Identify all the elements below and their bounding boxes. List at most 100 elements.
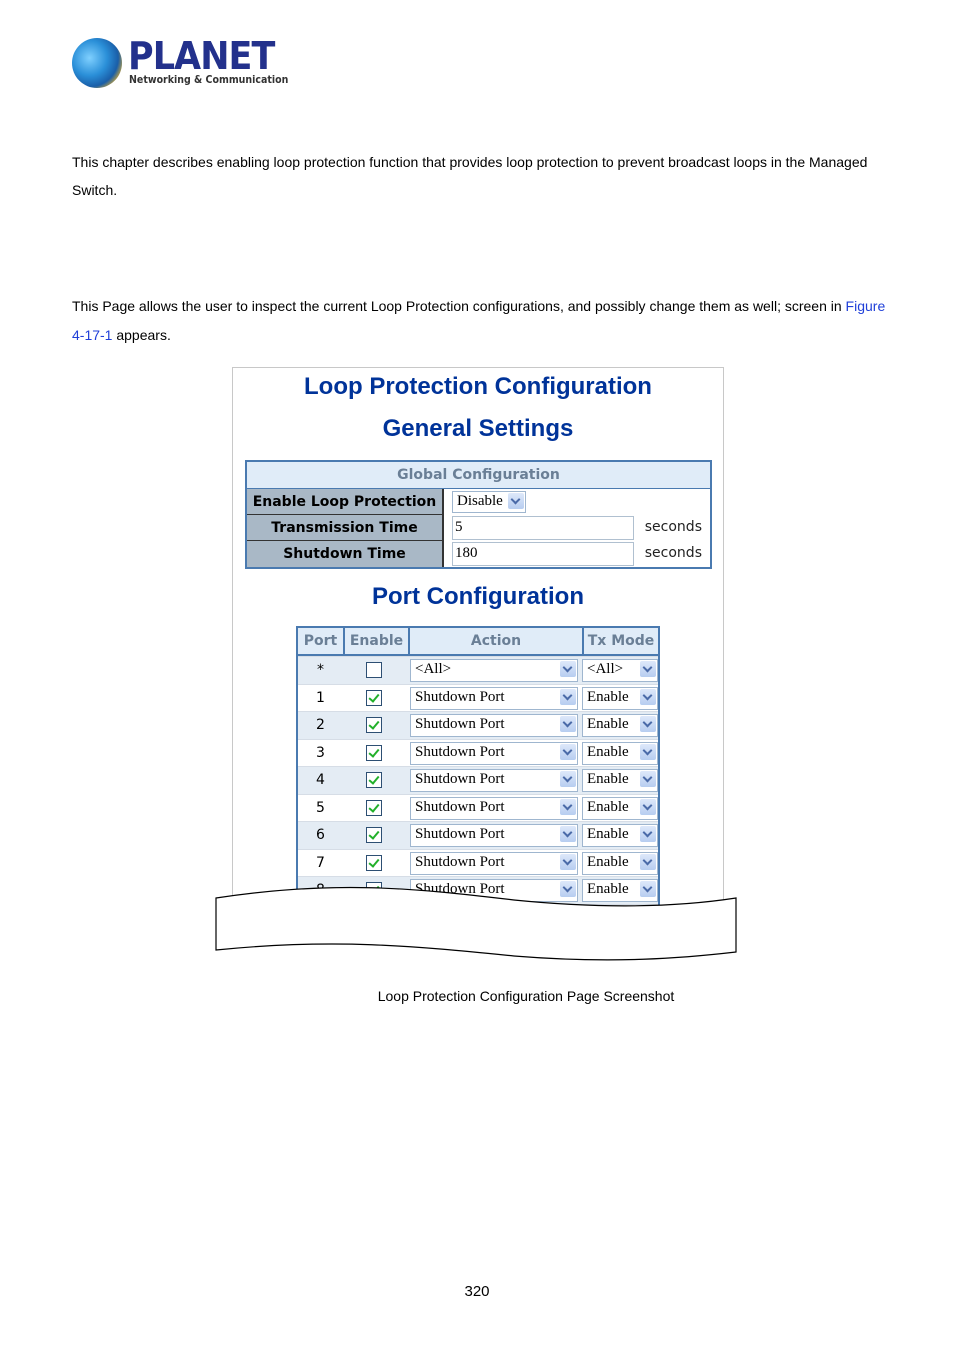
chevron-down-icon[interactable] [508,493,524,509]
enable-checkbox[interactable] [366,744,382,761]
chevron-down-icon[interactable] [560,798,576,815]
row-label: Transmission Time [247,515,444,541]
tx-mode-select[interactable]: Enable [582,796,658,820]
chevron-down-icon[interactable] [560,826,576,842]
chevron-down-icon[interactable] [640,661,656,677]
chevron-down-icon[interactable] [560,771,576,787]
select-value: Enable [587,771,629,787]
chevron-down-icon[interactable] [640,798,656,815]
tx-mode-select[interactable]: Enable [582,741,658,765]
table-row: 7 Shutdown Port Enable [298,848,658,876]
tx-mode-select[interactable]: <All> [582,659,658,682]
chevron-down-icon[interactable] [640,771,656,787]
shutdown-time-input[interactable]: 180 [452,542,634,566]
chevron-down-icon[interactable] [560,716,576,732]
enable-checkbox[interactable] [366,854,382,871]
unit-label: seconds [644,519,702,535]
chevron-down-icon[interactable] [640,743,656,760]
shutdown-time-row: Shutdown Time 180 seconds [247,541,710,567]
enable-checkbox[interactable] [366,799,382,816]
column-header-enable: Enable [345,628,410,654]
select-value: Shutdown Port [415,826,505,842]
select-value: Enable [587,743,629,760]
port-number: 6 [316,827,325,843]
port-number: 1 [316,689,325,706]
select-value: Shutdown Port [415,771,505,787]
general-settings-heading: General Settings [382,415,574,442]
port-number: 4 [316,772,325,788]
description-text: This Page allows the user to inspect the… [72,298,842,314]
action-select[interactable]: Shutdown Port [410,741,578,765]
column-header-action: Action [410,628,584,654]
row-label: Shutdown Time [247,541,444,567]
table-row: 2 Shutdown Port Enable [298,711,658,739]
action-select[interactable]: Shutdown Port [410,796,578,820]
table-row: 5 Shutdown Port Enable [298,793,658,821]
table-header-row: Port Enable Action Tx Mode [298,628,658,656]
tx-mode-select[interactable]: Enable [582,714,658,737]
action-select[interactable]: Shutdown Port [410,824,578,847]
port-number: 2 [316,717,325,733]
table-row: 3 Shutdown Port Enable [298,738,658,766]
port-number: * [317,662,324,678]
intro-paragraph: This chapter describes enabling loop pro… [72,154,868,198]
column-header-tx-mode: Tx Mode [587,633,655,649]
unit-label: seconds [644,545,702,561]
row-label: Enable Loop Protection [247,489,444,515]
action-select[interactable]: Shutdown Port [410,714,578,737]
action-select[interactable]: Shutdown Port [410,769,578,792]
enable-checkbox[interactable] [366,827,382,843]
tx-mode-select[interactable]: Enable [582,769,658,792]
global-configuration-header: Global Configuration [247,462,710,489]
chevron-down-icon[interactable] [560,661,576,677]
enable-checkbox[interactable] [366,772,382,788]
tx-mode-select[interactable]: Enable [582,851,658,875]
logo-brand: PLANET [128,34,275,78]
enable-checkbox[interactable] [366,689,382,706]
chevron-down-icon[interactable] [640,688,656,705]
globe-icon [72,38,122,88]
chevron-down-icon[interactable] [640,826,656,842]
table-row: 1 Shutdown Port Enable [298,683,658,711]
action-select[interactable]: <All> [410,659,578,682]
select-value: <All> [587,661,624,677]
transmission-time-row: Transmission Time 5 seconds [247,515,710,541]
logo-tagline: Networking & Communication [129,74,289,86]
tx-mode-select[interactable]: Enable [582,686,658,710]
chevron-down-icon[interactable] [640,716,656,732]
select-value: Shutdown Port [415,688,505,705]
port-number: 3 [316,744,325,761]
input-value: 5 [455,519,463,535]
select-value: Enable [587,688,629,705]
enable-checkbox[interactable] [366,717,382,733]
select-value: Enable [587,798,629,815]
port-number: 7 [316,854,325,871]
planet-logo: PLANET Networking & Communication [72,34,288,92]
transmission-time-input[interactable]: 5 [452,516,634,540]
enable-checkbox[interactable] [366,662,382,678]
action-select[interactable]: Shutdown Port [410,686,578,710]
torn-edge-overlay [215,886,737,961]
select-value: Enable [587,716,629,732]
table-row: 6 Shutdown Port Enable [298,821,658,849]
select-value: Shutdown Port [415,798,505,815]
enable-loop-protection-select[interactable]: Disable [452,491,526,513]
page-number: 320 [464,1283,490,1300]
chevron-down-icon[interactable] [560,853,576,870]
chevron-down-icon[interactable] [560,688,576,705]
page-title: Loop Protection Configuration [304,373,652,400]
enable-loop-protection-row: Enable Loop Protection Disable [247,489,710,515]
select-value: Disable [457,493,503,509]
select-value: Shutdown Port [415,743,505,760]
description-paragraph: This Page allows the user to inspect the… [72,292,892,350]
global-configuration-table: Global Configuration Enable Loop Protect… [245,460,712,569]
tx-mode-select[interactable]: Enable [582,824,658,847]
select-value: Shutdown Port [415,853,505,870]
action-select[interactable]: Shutdown Port [410,851,578,875]
chevron-down-icon[interactable] [640,853,656,870]
description-tail: appears. [112,327,171,343]
select-value: Enable [587,853,629,870]
port-configuration-heading: Port Configuration [372,583,584,610]
screenshot-frame: Loop Protection Configuration General Se… [232,367,724,928]
chevron-down-icon[interactable] [560,743,576,760]
